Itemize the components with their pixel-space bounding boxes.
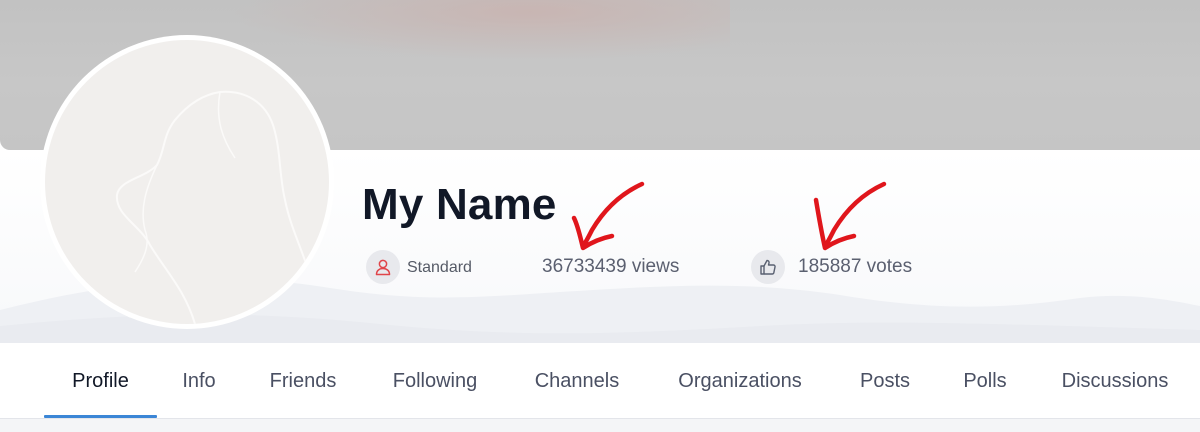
tab-profile[interactable]: Profile <box>44 343 157 419</box>
tab-friends[interactable]: Friends <box>256 343 350 419</box>
tab-discussions[interactable]: Discussions <box>1046 343 1184 419</box>
avatar-silhouette-icon <box>115 90 315 324</box>
profile-header: My Name Standard 36733439 views 185887 v… <box>0 0 1200 343</box>
views-count: 36733439 views <box>542 256 680 277</box>
tab-following[interactable]: Following <box>376 343 494 419</box>
tab-info[interactable]: Info <box>168 343 230 419</box>
profile-tabs: Profile Info Friends Following Channels … <box>0 343 1200 419</box>
avatar[interactable] <box>40 35 334 329</box>
avatar-placeholder <box>45 40 329 324</box>
active-tab-indicator <box>44 415 157 418</box>
account-type-label: Standard <box>407 259 472 276</box>
tab-organizations[interactable]: Organizations <box>660 343 820 419</box>
votes-count: 185887 votes <box>798 256 913 277</box>
thumbs-up-icon <box>751 250 785 284</box>
tab-polls[interactable]: Polls <box>950 343 1020 419</box>
profile-name: My Name <box>362 180 557 229</box>
user-icon <box>366 250 400 284</box>
tab-channels[interactable]: Channels <box>518 343 636 419</box>
red-arrow-icon <box>571 181 645 251</box>
tab-posts[interactable]: Posts <box>846 343 924 419</box>
red-arrow-icon <box>813 181 887 251</box>
